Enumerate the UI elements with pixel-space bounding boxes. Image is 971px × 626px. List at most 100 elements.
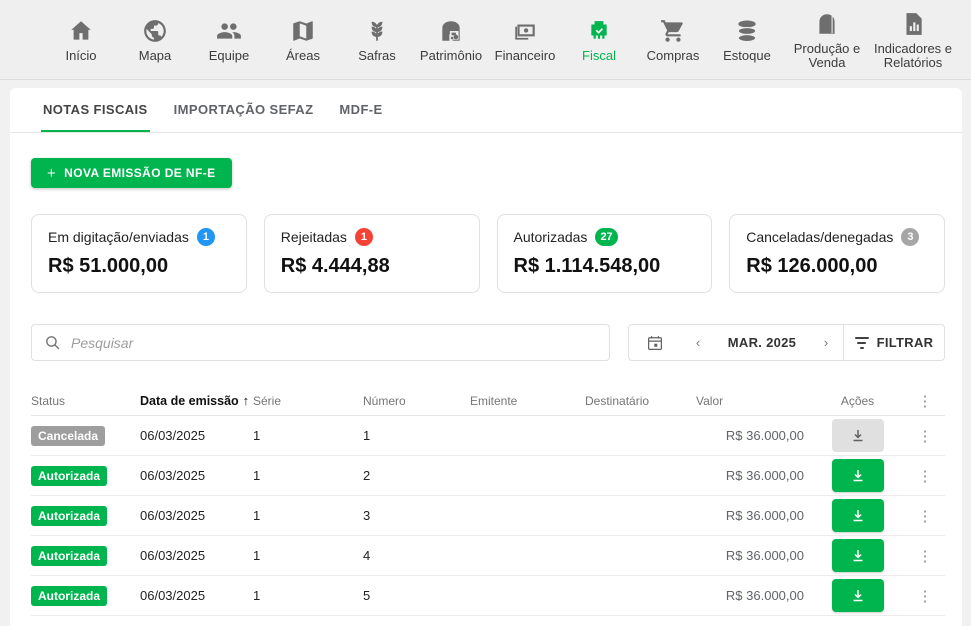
cell-date: 06/03/2025 — [140, 428, 253, 443]
row-menu-icon[interactable]: ⋮ — [905, 507, 945, 525]
card-label: Rejeitadas — [281, 229, 347, 245]
download-button[interactable] — [832, 419, 884, 452]
table-row: Autorizada 06/03/2025 1 3 R$ 36.000,00 ⋮ — [31, 496, 945, 536]
col-serie[interactable]: Série — [253, 394, 363, 408]
cell-date: 06/03/2025 — [140, 468, 253, 483]
card-em-digitacao[interactable]: Em digitação/enviadas 1 R$ 51.000,00 — [31, 214, 247, 293]
tab-mdf-e[interactable]: MDF-E — [337, 88, 384, 132]
download-button[interactable] — [832, 539, 884, 572]
nav-item-safras[interactable]: Safras — [340, 17, 414, 63]
cell-serie: 1 — [253, 508, 363, 523]
cell-valor: R$ 36.000,00 — [696, 508, 810, 523]
card-canceladas[interactable]: Canceladas/denegadas 3 R$ 126.000,00 — [729, 214, 945, 293]
new-nfe-button-label: NOVA EMISSÃO DE NF-E — [64, 166, 215, 180]
nav-item-financeiro[interactable]: Financeiro — [488, 17, 562, 63]
new-nfe-button[interactable]: + NOVA EMISSÃO DE NF-E — [31, 158, 232, 188]
report-icon — [900, 10, 926, 38]
tab-importacao-sefaz[interactable]: IMPORTAÇÃO SEFAZ — [172, 88, 316, 132]
nav-item-areas[interactable]: Áreas — [266, 17, 340, 63]
col-valor[interactable]: Valor — [696, 394, 810, 408]
nav-item-inicio[interactable]: Início — [44, 17, 118, 63]
nav-item-label: Compras — [647, 49, 700, 63]
col-data-emissao[interactable]: Data de emissão ↑ — [140, 393, 253, 408]
map-icon — [290, 17, 316, 45]
cell-serie: 1 — [253, 468, 363, 483]
filter-button[interactable]: FILTRAR — [844, 325, 944, 360]
calendar-button[interactable] — [629, 334, 681, 352]
plus-icon: + — [47, 165, 56, 182]
globe-icon — [142, 17, 168, 45]
barn-icon — [438, 17, 464, 45]
people-icon — [216, 17, 242, 45]
tab-notas-fiscais[interactable]: NOTAS FISCAIS — [41, 88, 150, 132]
table-options-menu-icon[interactable]: ⋮ — [905, 392, 945, 410]
nav-item-label: Fiscal — [582, 49, 616, 63]
receipt-check-icon — [586, 17, 612, 45]
nav-item-label: Equipe — [209, 49, 249, 63]
cell-serie: 1 — [253, 548, 363, 563]
cell-valor: R$ 36.000,00 — [696, 548, 810, 563]
cell-numero: 2 — [363, 468, 470, 483]
download-button[interactable] — [832, 579, 884, 612]
row-menu-icon[interactable]: ⋮ — [905, 467, 945, 485]
status-badge: Autorizada — [31, 546, 107, 566]
nav-item-label: Indicadores e Relatórios — [870, 42, 956, 70]
download-icon — [849, 467, 867, 485]
col-destinatario[interactable]: Destinatário — [585, 394, 696, 408]
nav-item-patrimonio[interactable]: Patrimônio — [414, 17, 488, 63]
count-badge: 1 — [355, 228, 373, 246]
cell-date: 06/03/2025 — [140, 588, 253, 603]
status-badge: Autorizada — [31, 506, 107, 526]
cell-numero: 4 — [363, 548, 470, 563]
nav-item-equipe[interactable]: Equipe — [192, 17, 266, 63]
col-numero[interactable]: Número — [363, 394, 470, 408]
next-month-button[interactable]: › — [809, 335, 843, 350]
cell-serie: 1 — [253, 428, 363, 443]
row-menu-icon[interactable]: ⋮ — [905, 547, 945, 565]
nav-item-indicadores[interactable]: Indicadores e Relatórios — [870, 10, 956, 70]
month-label[interactable]: MAR. 2025 — [715, 335, 809, 350]
table-row: Cancelada 06/03/2025 1 1 R$ 36.000,00 ⋮ — [31, 416, 945, 456]
row-menu-icon[interactable]: ⋮ — [905, 427, 945, 445]
col-acoes: Ações — [810, 394, 905, 408]
search-input[interactable] — [71, 335, 597, 351]
cell-valor: R$ 36.000,00 — [696, 588, 810, 603]
table-row: Autorizada 06/03/2025 1 4 R$ 36.000,00 ⋮ — [31, 536, 945, 576]
prev-month-button[interactable]: ‹ — [681, 335, 715, 350]
cell-valor: R$ 36.000,00 — [696, 468, 810, 483]
nav-item-label: Estoque — [723, 49, 771, 63]
nav-item-label: Início — [65, 49, 96, 63]
card-rejeitadas[interactable]: Rejeitadas 1 R$ 4.444,88 — [264, 214, 480, 293]
nav-item-label: Produção e Venda — [784, 42, 870, 70]
col-status[interactable]: Status — [31, 394, 140, 408]
download-button[interactable] — [832, 499, 884, 532]
wheat-icon — [364, 17, 390, 45]
cart-icon — [660, 17, 686, 45]
money-icon — [512, 17, 538, 45]
nav-item-producao-venda[interactable]: Produção e Venda — [784, 10, 870, 70]
card-value: R$ 126.000,00 — [746, 255, 928, 278]
nav-item-estoque[interactable]: Estoque — [710, 17, 784, 63]
nav-item-compras[interactable]: Compras — [636, 17, 710, 63]
nav-item-label: Patrimônio — [420, 49, 482, 63]
status-badge: Autorizada — [31, 586, 107, 606]
nav-item-mapa[interactable]: Mapa — [118, 17, 192, 63]
card-value: R$ 4.444,88 — [281, 255, 463, 278]
nav-item-label: Mapa — [139, 49, 172, 63]
coins-icon — [734, 17, 760, 45]
table-row: Autorizada 06/03/2025 1 2 R$ 36.000,00 ⋮ — [31, 456, 945, 496]
filter-icon — [855, 337, 869, 349]
filter-toolbar: ‹ MAR. 2025 › FILTRAR — [31, 324, 945, 361]
nav-item-fiscal[interactable]: Fiscal — [562, 17, 636, 63]
sort-asc-icon: ↑ — [243, 393, 250, 408]
row-menu-icon[interactable]: ⋮ — [905, 587, 945, 605]
home-icon — [68, 17, 94, 45]
col-label: Data de emissão — [140, 394, 239, 408]
search-box — [31, 324, 610, 361]
top-navbar: Início Mapa Equipe Áreas Safras Patrimôn… — [0, 0, 971, 80]
card-autorizadas[interactable]: Autorizadas 27 R$ 1.114.548,00 — [497, 214, 713, 293]
card-label: Em digitação/enviadas — [48, 229, 189, 245]
download-button[interactable] — [832, 459, 884, 492]
nav-item-label: Safras — [358, 49, 396, 63]
col-emitente[interactable]: Emitente — [470, 394, 585, 408]
